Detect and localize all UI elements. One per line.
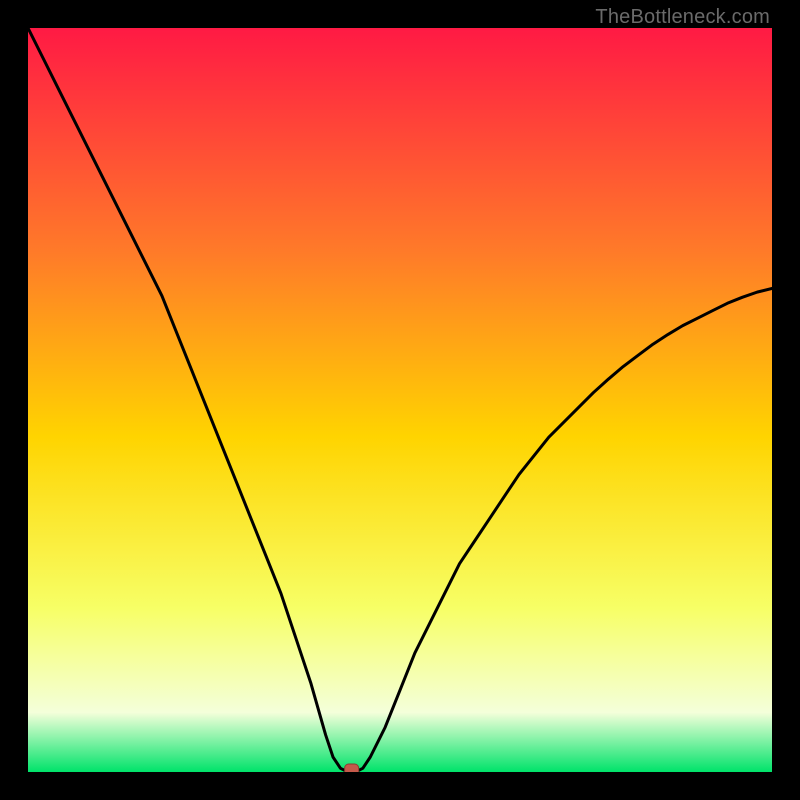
watermark-text: TheBottleneck.com xyxy=(595,6,770,29)
bottleneck-chart xyxy=(28,28,772,772)
chart-frame: TheBottleneck.com xyxy=(0,0,800,800)
gradient-background xyxy=(28,28,772,772)
min-point-marker xyxy=(345,764,359,772)
